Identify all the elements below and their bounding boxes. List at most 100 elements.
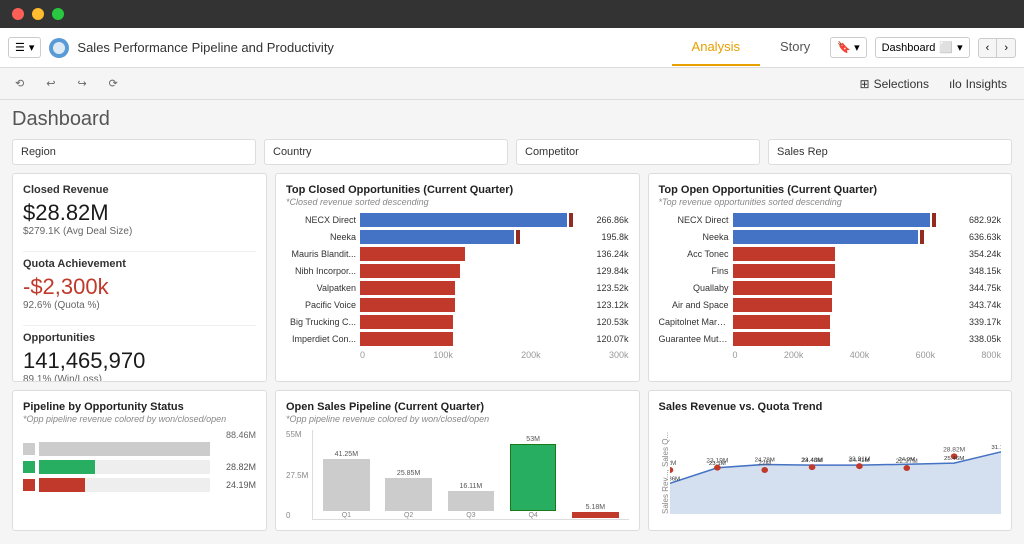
nav-back-button[interactable]: ‹ xyxy=(978,38,998,58)
pipeline-track xyxy=(39,460,210,474)
svg-text:25.46M: 25.46M xyxy=(944,456,964,462)
top-closed-title: Top Closed Opportunities (Current Quarte… xyxy=(286,184,629,196)
top-closed-card: Top Closed Opportunities (Current Quarte… xyxy=(275,173,640,382)
top-open-card: Top Open Opportunities (Current Quarter)… xyxy=(648,173,1013,382)
kpi-closed-revenue-sub: $279.1K (Avg Deal Size) xyxy=(23,226,256,237)
bar-label: Imperdiet Con... xyxy=(286,334,356,344)
traffic-light-green[interactable] xyxy=(52,8,64,20)
bar-track xyxy=(360,247,592,261)
toolbar2-btn-3[interactable]: ↪ xyxy=(70,73,93,94)
open-pipeline-x-label: Q1 xyxy=(342,512,351,519)
bar-fill xyxy=(360,230,514,244)
top-open-axis: 0200k400k600k800k xyxy=(659,350,1002,360)
dashboard-button[interactable]: Dashboard ⬜ ▾ xyxy=(875,37,970,58)
bar-track xyxy=(360,332,592,346)
insights-button[interactable]: ılo Insights xyxy=(940,72,1016,96)
traffic-light-red[interactable] xyxy=(12,8,24,20)
bookmark-button[interactable]: 🔖 ▾ xyxy=(830,37,866,58)
nav-forward-button[interactable]: › xyxy=(997,38,1016,58)
bar-row: Guarantee Mutual Life ... 338.05k xyxy=(659,332,1002,346)
open-pipeline-bar xyxy=(448,491,495,511)
bar-value: 344.75k xyxy=(969,283,1001,293)
bar-row: Air and Space343.74k xyxy=(659,298,1002,312)
pipeline-fill xyxy=(39,478,85,492)
svg-text:24.9M: 24.9M xyxy=(898,457,915,463)
bar-label: Neeka xyxy=(659,232,729,242)
bar-value: 266.86k xyxy=(596,215,628,225)
top-open-chart: NECX Direct682.92kNeeka636.63kAcc Tonec3… xyxy=(659,213,1002,346)
filter-sales-rep[interactable]: Sales Rep xyxy=(768,139,1012,165)
pipeline-bar-row: 28.82M xyxy=(23,460,256,474)
page-title: Dashboard xyxy=(12,108,1012,131)
bar-row: Mauris Blandit...136.24k xyxy=(286,247,629,261)
filter-country[interactable]: Country xyxy=(264,139,508,165)
filter-competitor[interactable]: Competitor xyxy=(516,139,760,165)
top-closed-subtitle: *Closed revenue sorted descending xyxy=(286,197,629,207)
open-pipeline-column: 25.85MQ2 xyxy=(379,430,437,519)
toolbar2: ⟲ ↩ ↪ ⟳ ⊞ Selections ılo Insights xyxy=(0,68,1024,100)
bar-fill xyxy=(360,281,455,295)
bar-row: Fins348.15k xyxy=(659,264,1002,278)
bar-fill xyxy=(360,332,453,346)
bar-value: 338.05k xyxy=(969,334,1001,344)
open-pipeline-title: Open Sales Pipeline (Current Quarter) xyxy=(286,401,629,413)
pipeline-fill xyxy=(39,460,95,474)
bar-value: 129.84k xyxy=(596,266,628,276)
pipeline-bar-row xyxy=(23,442,256,456)
svg-text:31.12M: 31.12M xyxy=(991,445,1001,451)
tab-story[interactable]: Story xyxy=(760,29,830,66)
open-pipeline-bar xyxy=(385,478,432,511)
bar-row: NECX Direct682.92k xyxy=(659,213,1002,227)
svg-text:24.41M: 24.41M xyxy=(849,458,869,464)
pipeline-fill xyxy=(39,442,210,456)
selections-button[interactable]: ⊞ Selections xyxy=(851,72,938,96)
kpi-opportunities: Opportunities 141,465,970 89.1% (Win/Los… xyxy=(23,332,256,382)
app-logo xyxy=(49,38,69,58)
bar-row: Imperdiet Con...120.07k xyxy=(286,332,629,346)
svg-text:23.1M: 23.1M xyxy=(708,461,725,467)
filter-region[interactable]: Region xyxy=(12,139,256,165)
bar-track xyxy=(733,315,965,329)
pipeline-bar-row: 24.19M xyxy=(23,478,256,492)
bar-label: Acc Tonec xyxy=(659,249,729,259)
bar-row: Nibh Incorpor...129.84k xyxy=(286,264,629,278)
bar-fill xyxy=(733,315,831,329)
bar-label: Mauris Blandit... xyxy=(286,249,356,259)
kpi-opportunities-sub: 89.1% (Win/Loss) xyxy=(23,374,256,382)
open-pipeline-x-label: Q3 xyxy=(466,512,475,519)
toolbar2-btn-2[interactable]: ↩ xyxy=(39,73,62,94)
toolbar2-btn-1[interactable]: ⟲ xyxy=(8,73,31,94)
title-bar xyxy=(0,0,1024,28)
traffic-light-yellow[interactable] xyxy=(32,8,44,20)
bar-track xyxy=(360,213,592,227)
pipeline-color-box xyxy=(23,479,35,491)
bar-value: 339.17k xyxy=(969,317,1001,327)
bar-row: Valpatken123.52k xyxy=(286,281,629,295)
toolbar2-right: ⊞ Selections ılo Insights xyxy=(851,72,1016,96)
app-title: Sales Performance Pipeline and Productiv… xyxy=(77,40,671,55)
open-pipeline-bars: 41.25MQ125.85MQ216.11MQ353MQ45.18M xyxy=(312,430,628,520)
bar-label: Valpatken xyxy=(286,283,356,293)
bar-fill xyxy=(733,247,835,261)
kpi-closed-revenue-value: $28.82M xyxy=(23,200,256,226)
bar-track xyxy=(733,230,965,244)
bar-label: Guarantee Mutual Life ... xyxy=(659,334,729,344)
open-pipeline-subtitle: *Opp pipeline revenue colored by won/clo… xyxy=(286,414,629,424)
bar-value: 195.8k xyxy=(601,232,628,242)
bar-label: Neeka xyxy=(286,232,356,242)
bar-row: NECX Direct266.86k xyxy=(286,213,629,227)
pipeline-value: 24.19M xyxy=(214,480,256,490)
dashboard-grid: Closed Revenue $28.82M $279.1K (Avg Deal… xyxy=(12,173,1012,531)
bar-row: Quallaby344.75k xyxy=(659,281,1002,295)
svg-text:22M: 22M xyxy=(670,460,676,467)
toolbar2-btn-4[interactable]: ⟳ xyxy=(102,73,125,94)
bar-track xyxy=(733,281,965,295)
insights-label: Insights xyxy=(966,77,1007,91)
open-pipeline-bar xyxy=(572,512,619,518)
top-closed-chart: NECX Direct266.86k Neeka 195.8k Mauris Blan… xyxy=(286,213,629,346)
hamburger-menu[interactable]: ☰ ▾ xyxy=(8,37,41,58)
tab-analysis[interactable]: Analysis xyxy=(672,29,760,66)
open-pipeline-val-label: 25.85M xyxy=(397,470,420,477)
open-pipeline-column: 16.11MQ3 xyxy=(442,430,500,519)
pipeline-title: Pipeline by Opportunity Status xyxy=(23,401,256,413)
